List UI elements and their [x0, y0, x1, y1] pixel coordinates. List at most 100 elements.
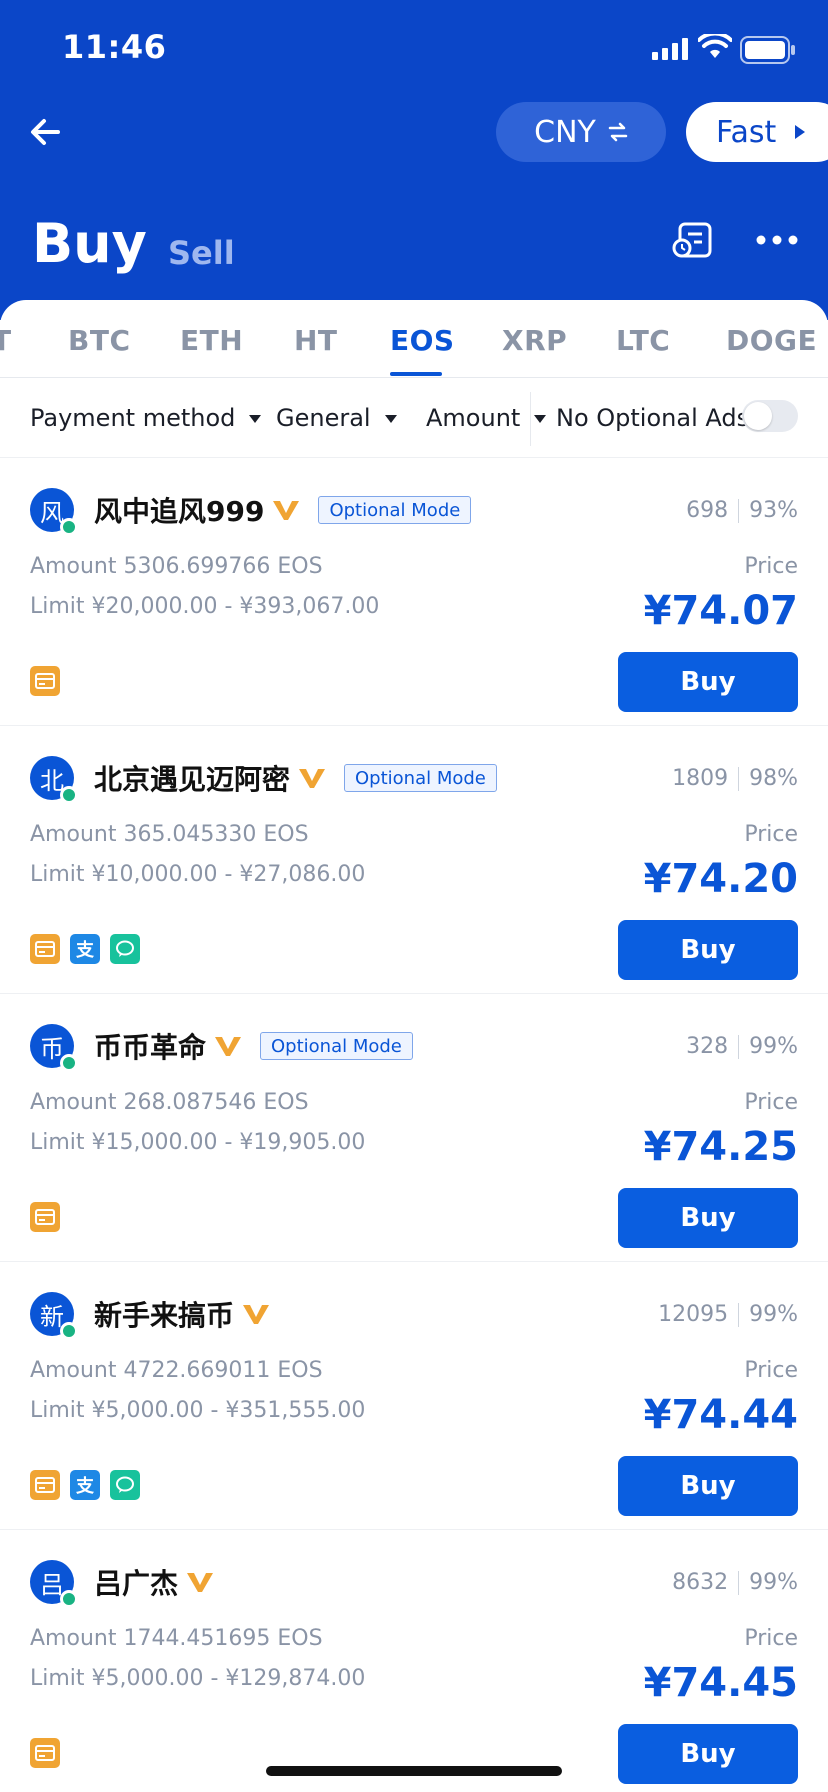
price-value: ¥74.25	[643, 1124, 798, 1170]
merchant-name[interactable]: 北京遇见迈阿密 Optional Mode	[94, 758, 497, 798]
merchant-stats: 8632 99%	[672, 1570, 798, 1595]
no-optional-ads-toggle[interactable]	[742, 400, 798, 432]
play-arrow-icon	[795, 125, 806, 139]
verified-merchant-icon	[299, 768, 326, 788]
orders-icon[interactable]	[672, 222, 714, 260]
online-status-dot	[60, 1054, 78, 1072]
tab-ltc[interactable]: LTC	[616, 324, 670, 357]
price-label: Price	[744, 1626, 798, 1651]
order-limit: Limit ¥5,000.00 - ¥351,555.00	[30, 1398, 366, 1423]
avatar[interactable]: 风	[30, 488, 78, 536]
no-optional-ads-label: No Optional Ads	[556, 404, 750, 432]
tab-xrp[interactable]: XRP	[502, 324, 567, 357]
wechat-icon	[110, 1470, 140, 1500]
price-value: ¥74.44	[643, 1392, 798, 1438]
bank-card-icon	[30, 1470, 60, 1500]
listing-row: 风 风中追风999 Optional Mode 698 93% Amount 5…	[0, 458, 828, 726]
avatar[interactable]: 新	[30, 1292, 78, 1340]
price-label: Price	[744, 822, 798, 847]
cellular-signal-icon	[652, 38, 688, 60]
merchant-name-text: 币币革命	[94, 1031, 207, 1064]
listing-row: 吕 吕广杰 8632 99% Amount 1744.451695 EOS Li…	[0, 1530, 828, 1792]
sell-tab[interactable]: Sell	[168, 234, 235, 272]
avatar[interactable]: 币	[30, 1024, 78, 1072]
payment-method-filter[interactable]: Payment method	[30, 404, 262, 432]
wifi-icon	[698, 34, 732, 58]
tab-eos[interactable]: EOS	[390, 324, 455, 357]
buy-button[interactable]: Buy	[618, 1724, 798, 1784]
available-amount: Amount 1744.451695 EOS	[30, 1626, 323, 1651]
status-bar: 11:46	[0, 0, 828, 100]
order-limit: Limit ¥5,000.00 - ¥129,874.00	[30, 1666, 366, 1691]
listing-row: 新 新手来搞币 12095 99% Amount 4722.669011 EOS…	[0, 1262, 828, 1530]
payment-methods	[30, 1738, 60, 1768]
order-limit: Limit ¥10,000.00 - ¥27,086.00	[30, 862, 366, 887]
alipay-icon: 支	[70, 1470, 100, 1500]
bank-card-icon	[30, 934, 60, 964]
stats-divider	[738, 1302, 740, 1327]
listing-row: 北 北京遇见迈阿密 Optional Mode 1809 98% Amount …	[0, 726, 828, 994]
content-sheet: T BTC ETH HT EOS XRP LTC DOGE Payment me…	[0, 300, 828, 1792]
general-filter[interactable]: General	[276, 404, 397, 432]
order-count: 12095	[658, 1302, 729, 1327]
tab-coin-partial[interactable]: T	[0, 324, 12, 357]
merchant-name[interactable]: 新手来搞币	[94, 1294, 270, 1334]
currency-switch-button[interactable]: CNY	[496, 102, 666, 162]
merchant-name[interactable]: 吕广杰	[94, 1562, 214, 1602]
tab-doge[interactable]: DOGE	[726, 324, 817, 357]
coin-tabs: T BTC ETH HT EOS XRP LTC DOGE	[0, 300, 828, 378]
price-value: ¥74.45	[643, 1660, 798, 1706]
stats-divider	[738, 766, 740, 791]
fast-label: Fast	[716, 114, 777, 150]
toggle-knob	[744, 402, 772, 430]
caret-down-icon	[534, 415, 547, 423]
merchant-name[interactable]: 币币革命 Optional Mode	[94, 1026, 413, 1066]
amount-filter[interactable]: Amount	[426, 404, 547, 432]
tab-ht[interactable]: HT	[294, 324, 338, 357]
wechat-icon	[110, 934, 140, 964]
top-nav: CNY Fast	[0, 96, 828, 172]
bank-card-icon	[30, 666, 60, 696]
alipay-icon: 支	[70, 934, 100, 964]
price-label: Price	[744, 554, 798, 579]
price-value: ¥74.07	[643, 588, 798, 634]
buy-button[interactable]: Buy	[618, 920, 798, 980]
merchant-name[interactable]: 风中追风999 Optional Mode	[94, 490, 472, 530]
buy-tab[interactable]: Buy	[32, 212, 147, 275]
bank-card-icon	[30, 1738, 60, 1768]
more-options-icon[interactable]	[756, 234, 798, 246]
avatar[interactable]: 北	[30, 756, 78, 804]
merchant-stats: 328 99%	[686, 1034, 798, 1059]
payment-methods: 支	[30, 1470, 140, 1500]
order-count: 698	[686, 498, 729, 523]
payment-method-label: Payment method	[30, 404, 236, 432]
available-amount: Amount 4722.669011 EOS	[30, 1358, 323, 1383]
listing-list: 风 风中追风999 Optional Mode 698 93% Amount 5…	[0, 458, 828, 1792]
order-count: 328	[686, 1034, 729, 1059]
order-count: 1809	[672, 766, 729, 791]
merchant-name-text: 新手来搞币	[94, 1299, 235, 1332]
avatar[interactable]: 吕	[30, 1560, 78, 1608]
price-label: Price	[744, 1358, 798, 1383]
payment-methods	[30, 1202, 60, 1232]
buy-button[interactable]: Buy	[618, 1188, 798, 1248]
currency-label: CNY	[534, 114, 596, 150]
back-arrow-icon[interactable]	[24, 110, 68, 154]
completion-rate: 98%	[749, 766, 798, 791]
stats-divider	[738, 1570, 740, 1595]
amount-label: Amount	[426, 404, 521, 432]
tab-eth[interactable]: ETH	[180, 324, 243, 357]
merchant-stats: 12095 99%	[658, 1302, 798, 1327]
general-label: General	[276, 404, 371, 432]
fast-mode-button[interactable]: Fast	[686, 102, 828, 162]
optional-mode-tag: Optional Mode	[344, 764, 497, 792]
buy-button[interactable]: Buy	[618, 652, 798, 712]
buy-button[interactable]: Buy	[618, 1456, 798, 1516]
tab-btc[interactable]: BTC	[68, 324, 131, 357]
caret-down-icon	[249, 415, 262, 423]
verified-merchant-icon	[215, 1036, 242, 1056]
completion-rate: 99%	[749, 1302, 798, 1327]
price-label: Price	[744, 1090, 798, 1115]
verified-merchant-icon	[187, 1572, 214, 1592]
completion-rate: 93%	[749, 498, 798, 523]
